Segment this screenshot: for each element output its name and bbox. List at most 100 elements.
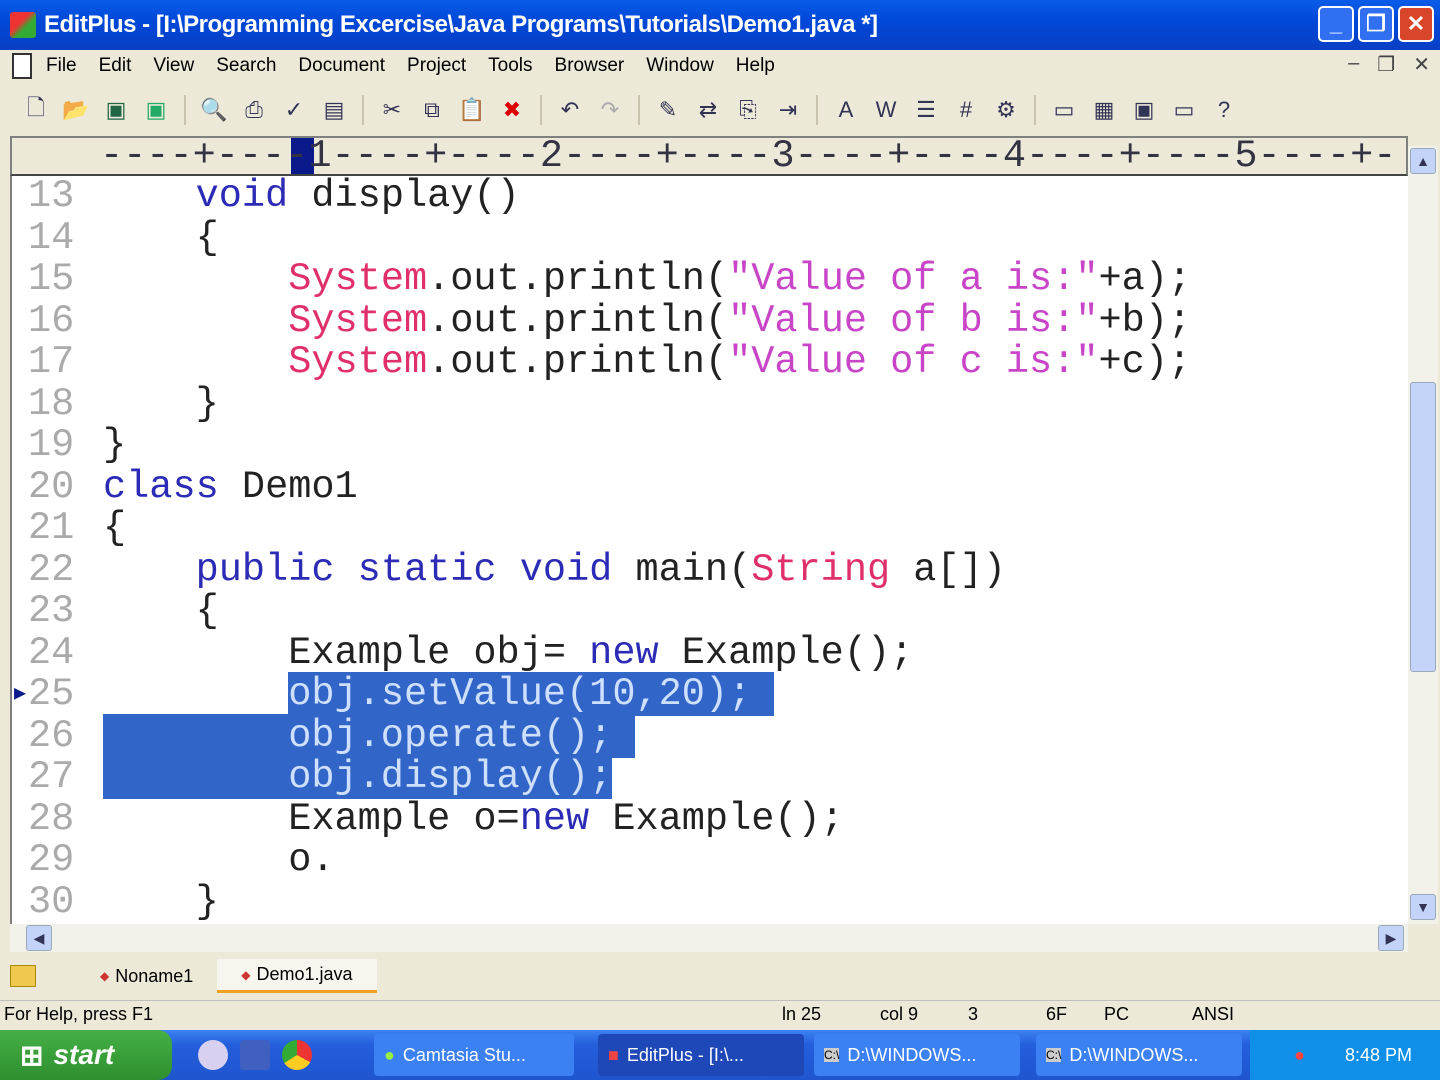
tab-demo1-java[interactable]: ◆ Demo1.java bbox=[217, 959, 377, 993]
help-icon[interactable]: ? bbox=[1208, 94, 1240, 126]
scroll-right-icon[interactable]: ▶ bbox=[1378, 925, 1404, 951]
line-number: 25 bbox=[28, 672, 75, 716]
doc-restore-button[interactable]: ❐ bbox=[1377, 52, 1395, 77]
code-token: { bbox=[103, 506, 127, 550]
code-token: } bbox=[103, 381, 219, 426]
settings-icon[interactable]: ⚙ bbox=[990, 94, 1022, 126]
line-number: 28 bbox=[28, 796, 75, 841]
code-line[interactable]: 20 class Demo1 bbox=[12, 466, 1408, 509]
line-number-icon[interactable]: # bbox=[950, 94, 982, 126]
code-line[interactable]: 19} bbox=[12, 424, 1408, 467]
spell-check-icon[interactable]: ✓ bbox=[278, 94, 310, 126]
status-line: ln 25 bbox=[782, 1004, 822, 1024]
fullscreen-icon[interactable]: ▣ bbox=[1128, 94, 1160, 126]
task-cmd-2[interactable]: C:\ D:\WINDOWS... bbox=[1036, 1034, 1242, 1076]
close-button[interactable]: ✕ bbox=[1398, 6, 1434, 42]
quicklaunch-app-icon[interactable] bbox=[198, 1040, 228, 1070]
save-all-icon[interactable]: ▣ bbox=[140, 94, 172, 126]
code-line[interactable]: 14 { bbox=[12, 217, 1408, 260]
camtasia-icon: ● bbox=[384, 1044, 395, 1065]
clipboard-text-icon[interactable]: ▤ bbox=[318, 94, 350, 126]
line-number: 26 bbox=[28, 713, 75, 758]
code-token: .out.println( bbox=[427, 298, 729, 343]
vertical-scrollbar[interactable]: ▲ ▼ bbox=[1408, 146, 1438, 924]
menu-edit[interactable]: Edit bbox=[99, 55, 132, 77]
scroll-thumb[interactable] bbox=[1410, 382, 1436, 672]
code-text: void display() bbox=[103, 176, 520, 218]
menu-view[interactable]: View bbox=[153, 55, 194, 77]
scroll-down-icon[interactable]: ▼ bbox=[1410, 894, 1436, 920]
redo-icon[interactable]: ↷ bbox=[594, 94, 626, 126]
menu-project[interactable]: Project bbox=[407, 55, 466, 77]
menu-document[interactable]: Document bbox=[298, 55, 385, 77]
code-line[interactable]: 17 System.out.println("Value of c is:"+c… bbox=[12, 340, 1408, 384]
menu-search[interactable]: Search bbox=[216, 55, 276, 77]
save-icon[interactable]: ▣ bbox=[100, 94, 132, 126]
folder-icon[interactable] bbox=[10, 965, 36, 987]
code-line[interactable]: 28 Example o=new Example(); bbox=[12, 796, 1408, 841]
maximize-button[interactable]: ❐ bbox=[1358, 6, 1394, 42]
chrome-icon[interactable] bbox=[282, 1040, 312, 1070]
task-editplus[interactable]: ■ EditPlus - [I:\... bbox=[598, 1034, 804, 1076]
code-line[interactable]: 24 Example obj= new Example(); bbox=[12, 632, 1408, 675]
print-icon[interactable]: ⎙ bbox=[238, 94, 270, 126]
goto-icon[interactable]: ⎘ bbox=[732, 94, 764, 126]
code-editor[interactable]: 13 void display() 14 {15 System.out.print… bbox=[10, 176, 1408, 924]
paste-icon[interactable]: 📋 bbox=[456, 94, 488, 126]
tab-noname1[interactable]: ◆ Noname1 bbox=[76, 959, 217, 993]
print-preview-icon[interactable]: 🔍 bbox=[198, 94, 230, 126]
code-token: Example(); bbox=[589, 796, 844, 841]
scroll-left-icon[interactable]: ◀ bbox=[26, 925, 52, 951]
tray-record-icon[interactable]: ● bbox=[1294, 1045, 1305, 1066]
new-file-icon[interactable]: 🗋 bbox=[20, 94, 52, 126]
code-line[interactable]: 27 obj.display(); bbox=[12, 755, 1408, 799]
editplus-icon: ■ bbox=[608, 1044, 619, 1065]
code-token: { bbox=[103, 589, 219, 633]
code-line[interactable]: 25 ▶ obj.setValue(10,20); bbox=[12, 672, 1408, 716]
start-button[interactable]: ⊞ start bbox=[0, 1030, 172, 1080]
scroll-up-icon[interactable]: ▲ bbox=[1410, 148, 1436, 174]
task-camtasia[interactable]: ● Camtasia Stu... bbox=[374, 1034, 574, 1076]
horizontal-scrollbar[interactable]: ◀ ▶ bbox=[10, 924, 1408, 952]
doc-minimize-button[interactable]: – bbox=[1348, 52, 1359, 77]
menu-help[interactable]: Help bbox=[736, 55, 775, 77]
line-number: 22 bbox=[28, 547, 75, 592]
font-icon[interactable]: A bbox=[830, 94, 862, 126]
window-tile-icon[interactable]: ▭ bbox=[1168, 94, 1200, 126]
code-line[interactable]: 15 System.out.println("Value of a is:"+a… bbox=[12, 258, 1408, 301]
menu-tools[interactable]: Tools bbox=[488, 55, 532, 77]
code-text: } bbox=[103, 381, 219, 426]
code-line[interactable]: 29 o. bbox=[12, 839, 1408, 882]
task-cmd-1[interactable]: C:\ D:\WINDOWS... bbox=[814, 1034, 1020, 1076]
code-line[interactable]: 18 } bbox=[12, 381, 1408, 426]
start-label: start bbox=[53, 1039, 115, 1070]
replace-icon[interactable]: ⇄ bbox=[692, 94, 724, 126]
menu-window[interactable]: Window bbox=[646, 55, 714, 77]
code-line[interactable]: 30 } bbox=[12, 881, 1408, 924]
code-text: public static void main(String a[]) bbox=[103, 549, 1006, 592]
delete-icon[interactable]: ✖ bbox=[496, 94, 528, 126]
find-icon[interactable]: ✎ bbox=[652, 94, 684, 126]
minimize-button[interactable]: _ bbox=[1318, 6, 1354, 42]
copy-icon[interactable]: ⧉ bbox=[416, 94, 448, 126]
window-split-icon[interactable]: ▦ bbox=[1088, 94, 1120, 126]
word-wrap-icon[interactable]: W bbox=[870, 94, 902, 126]
window-layout-icon[interactable]: ▭ bbox=[1048, 94, 1080, 126]
code-line[interactable]: 21 { bbox=[12, 506, 1408, 550]
code-line[interactable]: 13 void display() bbox=[12, 176, 1408, 218]
menu-browser[interactable]: Browser bbox=[555, 55, 625, 77]
ruler-toggle-icon[interactable]: ☰ bbox=[910, 94, 942, 126]
document-icon[interactable] bbox=[12, 53, 32, 79]
code-line[interactable]: 26 obj.operate(); bbox=[12, 713, 1408, 758]
code-line[interactable]: 22 public static void main(String a[]) bbox=[12, 547, 1408, 592]
menu-file[interactable]: File bbox=[46, 55, 77, 77]
cut-icon[interactable]: ✂ bbox=[376, 94, 408, 126]
indent-icon[interactable]: ⇥ bbox=[772, 94, 804, 126]
quicklaunch-desktop-icon[interactable] bbox=[240, 1040, 270, 1070]
open-folder-icon[interactable]: 📂 bbox=[60, 94, 92, 126]
doc-close-button[interactable]: ✕ bbox=[1413, 52, 1430, 77]
code-line[interactable]: 16 System.out.println("Value of b is:"+b… bbox=[12, 298, 1408, 343]
undo-icon[interactable]: ↶ bbox=[554, 94, 586, 126]
code-line[interactable]: 23 { bbox=[12, 589, 1408, 633]
